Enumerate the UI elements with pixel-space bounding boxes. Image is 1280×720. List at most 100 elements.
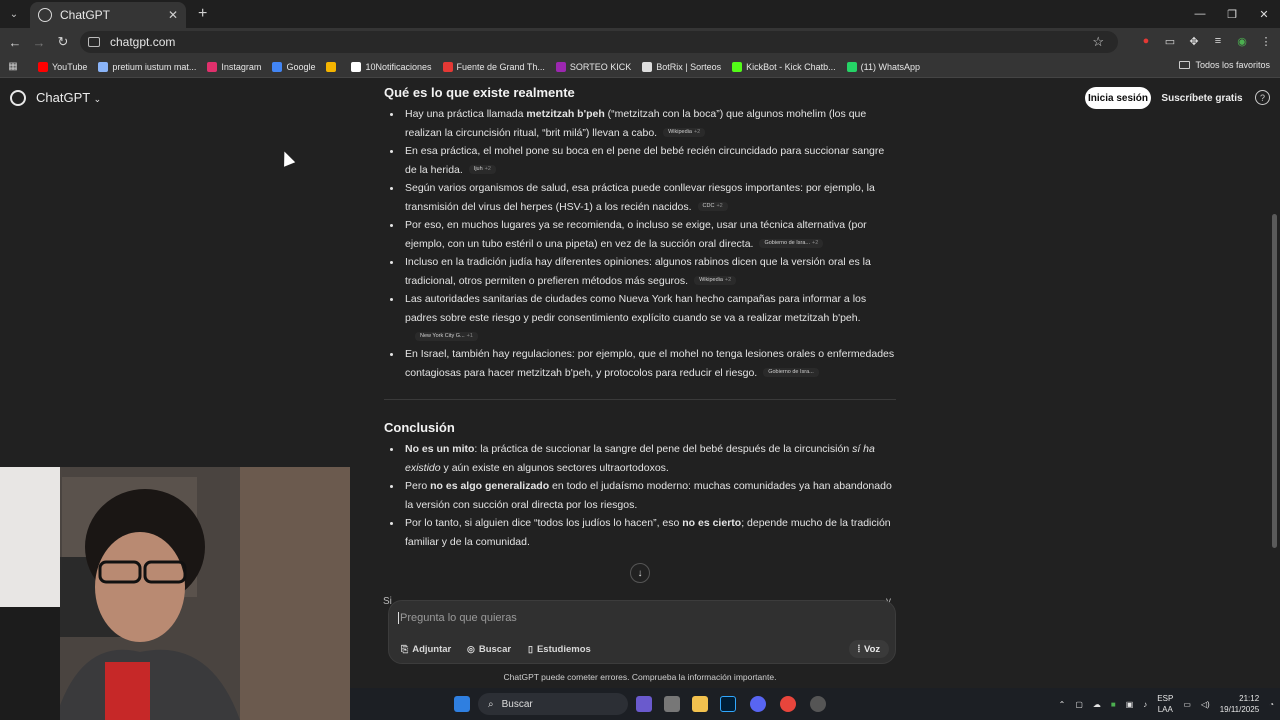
- close-window-icon[interactable]: ✕: [1248, 0, 1280, 28]
- extensions-area: ● ▭ ✥ ≡ ◉ ⋮: [1138, 33, 1274, 49]
- back-icon[interactable]: ←: [3, 35, 27, 50]
- tray-app-icon[interactable]: ▢: [1075, 700, 1083, 709]
- apps-grid-icon[interactable]: ▦: [0, 61, 26, 72]
- citation-chip[interactable]: Gobierno de Isra... +2: [759, 239, 824, 249]
- tab-chatgpt[interactable]: ChatGPT ✕: [30, 2, 186, 28]
- list-item: En Israel, también hay regulaciones: por…: [384, 345, 896, 382]
- bookmark-item[interactable]: pretium iustum mat...: [98, 61, 196, 72]
- site-info-icon[interactable]: [88, 37, 100, 47]
- citation-chip[interactable]: New York City G... +1: [415, 331, 478, 341]
- bookmark-item[interactable]: [326, 61, 340, 72]
- citation-source: Gobierno de Isra...: [764, 240, 811, 247]
- openai-logo-icon: [10, 90, 26, 106]
- attach-button[interactable]: ⎘ Adjuntar: [395, 640, 457, 658]
- bookmark-favicon-icon: [732, 61, 743, 72]
- reading-list-icon[interactable]: ≡: [1210, 33, 1226, 49]
- bookmark-star-icon[interactable]: ☆: [1092, 34, 1104, 50]
- signup-button[interactable]: Suscríbete gratis: [1160, 87, 1244, 109]
- app-icon[interactable]: [664, 696, 680, 712]
- bookmark-label: Fuente de Grand Th...: [456, 61, 545, 72]
- search-button[interactable]: ◎ Buscar: [461, 640, 517, 658]
- cloud-icon[interactable]: ☁: [1093, 700, 1101, 709]
- extension-card-icon[interactable]: ▭: [1162, 33, 1178, 49]
- bookmark-label: BotRix | Sorteos: [656, 61, 722, 72]
- extensions-puzzle-icon[interactable]: ✥: [1186, 33, 1202, 49]
- file-explorer-icon[interactable]: [692, 696, 708, 712]
- bookmark-favicon-icon: [38, 61, 48, 72]
- photoshop-icon[interactable]: [720, 696, 736, 712]
- list-item: Incluso en la tradición judía hay difere…: [384, 253, 896, 290]
- forward-icon[interactable]: →: [27, 35, 51, 50]
- windows-start-icon[interactable]: [454, 696, 470, 712]
- bookmark-item[interactable]: SORTEO KICK: [555, 61, 631, 72]
- minimize-icon[interactable]: —: [1184, 0, 1216, 28]
- chrome-icon[interactable]: [780, 696, 796, 712]
- reload-icon[interactable]: ↻: [51, 34, 75, 50]
- bookmark-item[interactable]: (11) WhatsApp: [846, 61, 921, 72]
- attach-label: Adjuntar: [412, 643, 452, 655]
- bookmark-item[interactable]: YouTube: [38, 61, 87, 72]
- date-label: 19/11/2025: [1219, 705, 1260, 714]
- network-icon[interactable]: ▭: [1183, 700, 1191, 709]
- bookmark-item[interactable]: 10Notificaciones: [351, 61, 432, 72]
- help-icon[interactable]: ?: [1255, 90, 1270, 105]
- citation-source: Wikipedia: [668, 129, 692, 136]
- volume-icon[interactable]: ◁): [1201, 700, 1210, 709]
- microphone-icon[interactable]: ♪: [1143, 700, 1147, 709]
- task-view-icon[interactable]: [636, 696, 652, 712]
- login-button[interactable]: Inicia sesión: [1085, 87, 1151, 109]
- chevron-up-icon[interactable]: ⌃: [1059, 700, 1066, 709]
- notifications-icon[interactable]: ◔: [1269, 700, 1274, 709]
- list-item: Por eso, en muchos lugares ya se recomie…: [384, 216, 896, 253]
- bookmark-label: 10Notificaciones: [365, 61, 432, 72]
- time-label: 21:12: [1239, 694, 1260, 703]
- section-title: Conclusión: [384, 420, 455, 435]
- citation-chip[interactable]: Gobierno de Isra...: [763, 368, 819, 378]
- divider: [384, 399, 896, 400]
- bookmark-item[interactable]: BotRix | Sorteos: [642, 61, 722, 72]
- tab-title: ChatGPT: [60, 8, 111, 22]
- citation-chip[interactable]: CDC +2: [697, 202, 728, 212]
- citation-line: New York City G... +1: [405, 327, 896, 345]
- bookmark-item[interactable]: Fuente de Grand Th...: [442, 61, 545, 72]
- scrollbar[interactable]: [1272, 214, 1277, 548]
- assistant-message: Qué es lo que existe realmente Hay una p…: [384, 84, 896, 551]
- new-tab-icon[interactable]: +: [198, 5, 207, 23]
- language-indicator[interactable]: ESP LAA: [1157, 693, 1173, 715]
- browser-menu-icon[interactable]: ⋮: [1258, 33, 1274, 49]
- bookmark-item[interactable]: Instagram: [207, 61, 261, 72]
- model-selector[interactable]: ChatGPT ⌄: [36, 90, 101, 105]
- clock[interactable]: 21:12 19/11/2025: [1220, 693, 1259, 715]
- citation-chip[interactable]: Ijuh +2: [468, 165, 496, 175]
- bookmark-label: (11) WhatsApp: [860, 61, 921, 72]
- waveform-icon: ⦙: [857, 643, 860, 655]
- citation-more: +2: [484, 166, 491, 173]
- extension-red-icon[interactable]: ●: [1138, 33, 1154, 49]
- text: En Israel, también hay regulaciones: por…: [405, 348, 895, 379]
- taskbar-search[interactable]: ⌕ Buscar: [478, 693, 628, 715]
- mouse-cursor-icon: [278, 149, 296, 167]
- study-button[interactable]: ▯ Estudiemos: [522, 640, 597, 658]
- lang-label: ESP: [1157, 694, 1174, 703]
- study-label: Estudiemos: [536, 643, 591, 655]
- discord-icon[interactable]: [750, 696, 766, 712]
- profile-avatar-icon[interactable]: ◉: [1234, 33, 1250, 49]
- scroll-down-button[interactable]: ↓: [630, 563, 650, 583]
- tab-search-icon[interactable]: ⌄: [2, 4, 26, 24]
- citation-chip[interactable]: Wikipedia +2: [663, 128, 706, 138]
- restore-icon[interactable]: ❐: [1216, 0, 1248, 28]
- bookmark-item[interactable]: KickBot - Kick Chatb...: [732, 61, 836, 72]
- citation-chip[interactable]: Wikipedia +2: [694, 276, 737, 286]
- steam-icon[interactable]: [810, 696, 826, 712]
- close-tab-icon[interactable]: ✕: [168, 8, 178, 22]
- bookmark-item[interactable]: Google: [272, 61, 315, 72]
- globe-icon: ◎: [467, 643, 475, 654]
- text: Por lo tanto, si alguien dice “todos los…: [405, 517, 683, 529]
- all-bookmarks[interactable]: Todos los favoritos: [1179, 60, 1270, 70]
- voice-button[interactable]: ⦙ Voz: [849, 640, 889, 658]
- security-icon[interactable]: ■: [1111, 700, 1116, 709]
- prompt-input[interactable]: Pregunta lo que quieras: [398, 612, 517, 624]
- tray-app-icon[interactable]: ▣: [1126, 700, 1134, 709]
- address-bar[interactable]: chatgpt.com ☆: [80, 31, 1118, 53]
- text: Según varios organismos de salud, esa pr…: [405, 182, 875, 213]
